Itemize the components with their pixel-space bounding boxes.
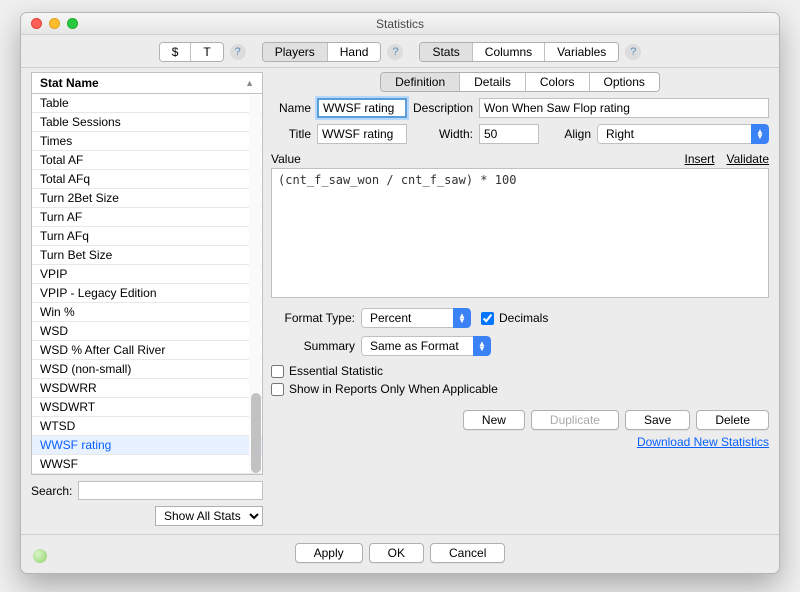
save-button[interactable]: Save bbox=[625, 410, 690, 430]
stats-button[interactable]: Stats bbox=[420, 43, 472, 61]
decimals-label: Decimals bbox=[499, 311, 548, 325]
list-item[interactable]: Turn AF bbox=[32, 208, 262, 227]
format-type-select[interactable]: Percent ▲▼ bbox=[361, 308, 471, 328]
insert-link[interactable]: Insert bbox=[685, 152, 715, 166]
players-button[interactable]: Players bbox=[263, 43, 328, 61]
chevron-updown-icon: ▲▼ bbox=[473, 336, 491, 356]
t-button[interactable]: T bbox=[191, 43, 222, 61]
list-item[interactable]: Table Sessions bbox=[32, 113, 262, 132]
list-item[interactable]: WSD % After Call River bbox=[32, 341, 262, 360]
description-field[interactable] bbox=[479, 98, 769, 118]
search-row: Search: bbox=[31, 475, 263, 504]
value-expression[interactable]: (cnt_f_saw_won / cnt_f_saw) * 100 bbox=[271, 168, 769, 298]
list-item[interactable]: WTSD bbox=[32, 417, 262, 436]
left-panel: Stat Name ▲ TableTable SessionsTimesTota… bbox=[31, 72, 263, 528]
title-field[interactable] bbox=[317, 124, 407, 144]
action-buttons: New Duplicate Save Delete bbox=[271, 410, 769, 430]
stat-list[interactable]: TableTable SessionsTimesTotal AFTotal AF… bbox=[31, 93, 263, 475]
right-panel: Definition Details Colors Options Name D… bbox=[271, 72, 769, 528]
applicable-label: Show in Reports Only When Applicable bbox=[289, 382, 498, 396]
cancel-button[interactable]: Cancel bbox=[430, 543, 505, 563]
search-input[interactable] bbox=[78, 481, 263, 500]
search-label: Search: bbox=[31, 484, 72, 498]
list-item[interactable]: Win % bbox=[32, 303, 262, 322]
format-type-label: Format Type: bbox=[271, 311, 355, 325]
description-label: Description bbox=[413, 101, 473, 115]
download-stats-link[interactable]: Download New Statistics bbox=[637, 435, 769, 449]
list-item[interactable]: Turn Bet Size bbox=[32, 246, 262, 265]
sort-arrow-icon: ▲ bbox=[245, 78, 254, 88]
list-header-label: Stat Name bbox=[40, 76, 99, 90]
width-field[interactable] bbox=[479, 124, 539, 144]
title-label: Title bbox=[271, 127, 311, 141]
decimals-checkbox[interactable] bbox=[481, 312, 494, 325]
list-item[interactable]: Total AF bbox=[32, 151, 262, 170]
help-icon[interactable]: ? bbox=[230, 44, 246, 60]
window-title: Statistics bbox=[21, 17, 779, 31]
essential-checkbox[interactable] bbox=[271, 365, 284, 378]
list-item[interactable]: VPIP bbox=[32, 265, 262, 284]
list-item[interactable]: WSDWRR bbox=[32, 379, 262, 398]
align-label: Align bbox=[545, 127, 591, 141]
tab-definition[interactable]: Definition bbox=[381, 73, 460, 91]
stats-columns-variables-toggle: Stats Columns Variables bbox=[419, 42, 619, 62]
duplicate-button[interactable]: Duplicate bbox=[531, 410, 619, 430]
footer: Apply OK Cancel bbox=[21, 534, 779, 573]
players-hand-toggle: Players Hand bbox=[262, 42, 382, 62]
name-label: Name bbox=[271, 101, 311, 115]
variables-button[interactable]: Variables bbox=[545, 43, 618, 61]
delete-button[interactable]: Delete bbox=[696, 410, 769, 430]
list-item[interactable]: Table bbox=[32, 94, 262, 113]
list-item[interactable]: Turn 2Bet Size bbox=[32, 189, 262, 208]
status-icon bbox=[33, 549, 47, 563]
validate-link[interactable]: Validate bbox=[727, 152, 769, 166]
chevron-updown-icon: ▲▼ bbox=[751, 124, 769, 144]
tab-details[interactable]: Details bbox=[460, 73, 526, 91]
toolbar: $ T ? Players Hand ? Stats Columns Varia… bbox=[21, 35, 779, 68]
statistics-window: Statistics $ T ? Players Hand ? Stats Co… bbox=[20, 12, 780, 574]
tab-colors[interactable]: Colors bbox=[526, 73, 590, 91]
summary-label: Summary bbox=[271, 339, 355, 353]
tabbar: Definition Details Colors Options bbox=[271, 72, 769, 92]
list-header[interactable]: Stat Name ▲ bbox=[31, 72, 263, 93]
list-item[interactable]: VPIP - Legacy Edition bbox=[32, 284, 262, 303]
filter-select[interactable]: Show All Stats bbox=[155, 506, 263, 526]
currency-text-toggle: $ T bbox=[159, 42, 224, 62]
width-label: Width: bbox=[413, 127, 473, 141]
applicable-checkbox[interactable] bbox=[271, 383, 284, 396]
essential-label: Essential Statistic bbox=[289, 364, 383, 378]
dollar-button[interactable]: $ bbox=[160, 43, 192, 61]
new-button[interactable]: New bbox=[463, 410, 525, 430]
columns-button[interactable]: Columns bbox=[473, 43, 545, 61]
value-label: Value bbox=[271, 152, 301, 166]
summary-select[interactable]: Same as Format ▲▼ bbox=[361, 336, 491, 356]
content-area: Stat Name ▲ TableTable SessionsTimesTota… bbox=[21, 68, 779, 534]
tab-options[interactable]: Options bbox=[590, 73, 659, 91]
scrollbar-thumb[interactable] bbox=[251, 393, 261, 473]
titlebar: Statistics bbox=[21, 13, 779, 35]
list-item[interactable]: WWSF rating bbox=[32, 436, 262, 455]
help-icon[interactable]: ? bbox=[387, 44, 403, 60]
list-item[interactable]: WSD (non-small) bbox=[32, 360, 262, 379]
ok-button[interactable]: OK bbox=[369, 543, 424, 563]
apply-button[interactable]: Apply bbox=[295, 543, 363, 563]
list-item[interactable]: Turn AFq bbox=[32, 227, 262, 246]
help-icon[interactable]: ? bbox=[625, 44, 641, 60]
list-item[interactable]: Times bbox=[32, 132, 262, 151]
list-item[interactable]: WWSF bbox=[32, 455, 262, 474]
chevron-updown-icon: ▲▼ bbox=[453, 308, 471, 328]
align-select[interactable]: Right ▲▼ bbox=[597, 124, 769, 144]
hand-button[interactable]: Hand bbox=[328, 43, 381, 61]
filter-row: Show All Stats bbox=[31, 504, 263, 528]
name-field[interactable] bbox=[317, 98, 407, 118]
list-item[interactable]: WSDWRT bbox=[32, 398, 262, 417]
list-item[interactable]: WSD bbox=[32, 322, 262, 341]
list-item[interactable]: Total AFq bbox=[32, 170, 262, 189]
